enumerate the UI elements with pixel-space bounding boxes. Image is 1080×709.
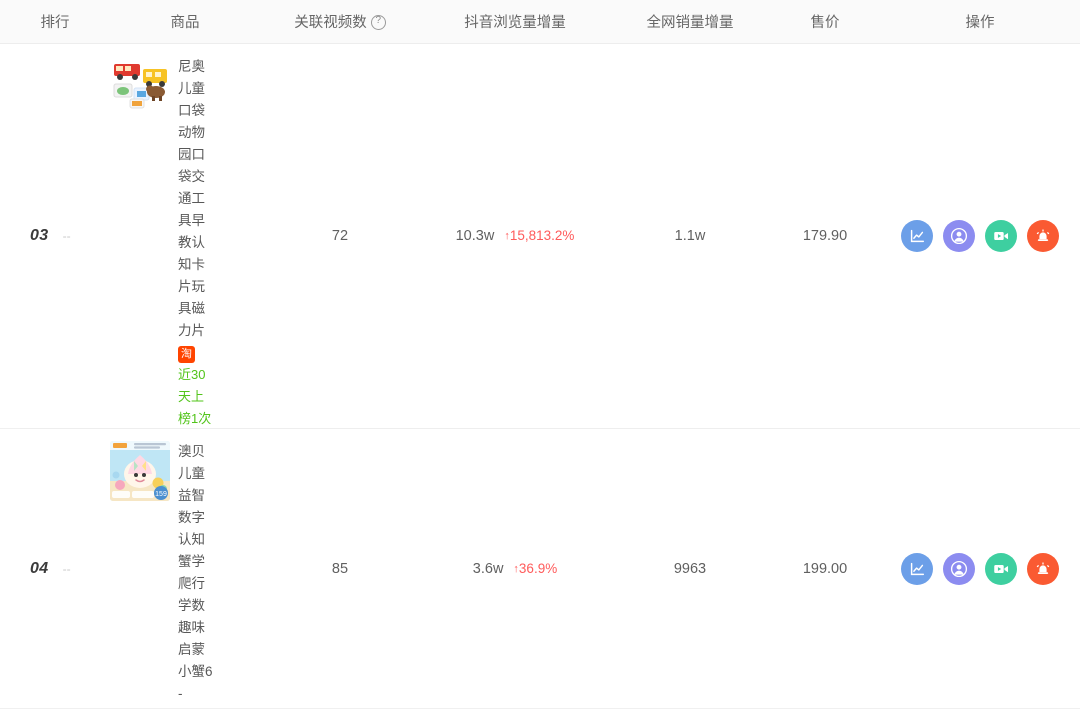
rank-change: -- xyxy=(62,561,71,576)
douyin-views-group: 3.6w ↑36.9% xyxy=(473,561,557,577)
column-header-operations: 操作 xyxy=(880,11,1080,32)
total-sales-value: 1.1w xyxy=(674,228,706,244)
question-mark-icon[interactable] xyxy=(370,13,386,30)
monitor-button[interactable] xyxy=(1027,220,1059,252)
product-title-text: 澳贝儿童益智数字认知蟹学爬行学数趣味启蒙小蟹6- xyxy=(178,444,213,701)
column-header-product-label: 商品 xyxy=(170,15,200,31)
product-rank-table: 排行 商品 关联视频数 抖音浏览量增量 全网销量增量 售价 操作 03 -- xyxy=(0,0,1080,709)
rank-change: -- xyxy=(62,229,71,243)
svg-text:159: 159 xyxy=(155,491,167,498)
column-header-operations-label: 操作 xyxy=(965,15,995,31)
douyin-views-group: 10.3w ↑15,813.2% xyxy=(456,228,575,244)
video-button[interactable] xyxy=(985,220,1017,252)
table-row[interactable]: 03 -- 尼奥儿童口袋动物园口袋交通工具早教认知卡片玩具磁力片淘 近30天上榜… xyxy=(0,44,1080,429)
column-header-rank: 排行 xyxy=(0,11,110,32)
on-list-count-text: 近30天上榜1次 xyxy=(178,367,212,426)
video-camera-icon xyxy=(994,231,1009,241)
column-header-price-label: 售价 xyxy=(810,15,840,31)
product-title[interactable]: 尼奥儿童口袋动物园口袋交通工具早教认知卡片玩具磁力片淘近30天上榜1次 xyxy=(178,56,214,430)
douyin-views-change-value: 36.9% xyxy=(518,560,558,576)
influencer-button[interactable] xyxy=(943,552,975,585)
product-thumbnail[interactable]: 159 xyxy=(110,441,170,501)
column-header-rank-label: 排行 xyxy=(40,15,70,31)
price-value: 199.00 xyxy=(802,560,848,577)
influencer-button[interactable] xyxy=(943,220,975,252)
monitor-button[interactable] xyxy=(1027,552,1059,585)
douyin-views-cell: 3.6w ↑36.9% xyxy=(420,429,610,708)
taobao-platform-badge: 淘 xyxy=(178,346,195,364)
video-count-cell: 85 xyxy=(260,429,420,708)
column-header-price: 售价 xyxy=(770,11,880,32)
trend-chart-button[interactable] xyxy=(901,552,933,585)
total-sales-cell: 1.1w xyxy=(610,44,770,428)
column-header-total-sales: 全网销量增量 xyxy=(610,11,770,32)
douyin-views-change-value: 15,813.2% xyxy=(509,228,575,243)
product-title[interactable]: 澳贝儿童益智数字认知蟹学爬行学数趣味启蒙小蟹6- xyxy=(178,441,214,705)
operations-cell xyxy=(880,429,1080,708)
douyin-views-change: ↑36.9% xyxy=(513,561,557,576)
douyin-views-change: ↑15,813.2% xyxy=(504,228,574,243)
rank-cell: 04 -- xyxy=(0,429,110,708)
product-cell[interactable]: 159 澳贝儿童益智数字认知蟹学爬行学数趣味启蒙小蟹6- xyxy=(110,429,260,708)
user-circle-icon xyxy=(950,560,968,577)
column-header-douyin-views-label: 抖音浏览量增量 xyxy=(464,15,566,31)
alarm-siren-icon xyxy=(1036,229,1050,242)
column-header-total-sales-label: 全网销量增量 xyxy=(646,15,734,31)
column-header-video-count: 关联视频数 xyxy=(260,11,420,32)
product-cell[interactable]: 尼奥儿童口袋动物园口袋交通工具早教认知卡片玩具磁力片淘近30天上榜1次 xyxy=(110,44,260,428)
douyin-views-value: 3.6w xyxy=(472,560,504,577)
rank-number: 04 xyxy=(30,559,49,577)
arrow-up-icon: ↑ xyxy=(504,230,510,242)
video-camera-icon xyxy=(994,564,1009,573)
douyin-views-cell: 10.3w ↑15,813.2% xyxy=(420,44,610,428)
arrow-up-icon: ↑ xyxy=(513,562,519,575)
product-thumbnail[interactable] xyxy=(110,56,170,116)
price-cell: 199.00 xyxy=(770,429,880,708)
price-value: 179.90 xyxy=(802,228,848,244)
chart-line-icon xyxy=(910,229,925,243)
rank-number: 03 xyxy=(30,227,49,244)
table-row[interactable]: 04 -- 159 澳贝儿童益智数字认知蟹学爬行学数趣味启蒙小蟹6- 85 3.… xyxy=(0,429,1080,709)
column-header-video-count-label: 关联视频数 xyxy=(294,15,367,31)
video-button[interactable] xyxy=(985,552,1017,585)
column-header-douyin-views: 抖音浏览量增量 xyxy=(420,11,610,32)
total-sales-cell: 9963 xyxy=(610,429,770,708)
product-title-text: 尼奥儿童口袋动物园口袋交通工具早教认知卡片玩具磁力片 xyxy=(178,59,205,338)
operations-cell xyxy=(880,44,1080,428)
user-circle-icon xyxy=(950,227,968,245)
total-sales-value: 9963 xyxy=(673,560,707,577)
video-count-cell: 72 xyxy=(260,44,420,428)
douyin-views-value: 10.3w xyxy=(455,228,495,244)
chart-line-icon xyxy=(910,562,925,575)
video-count-value: 85 xyxy=(331,560,349,577)
table-header-row: 排行 商品 关联视频数 抖音浏览量增量 全网销量增量 售价 操作 xyxy=(0,0,1080,44)
rank-cell: 03 -- xyxy=(0,44,110,428)
price-cell: 179.90 xyxy=(770,44,880,428)
trend-chart-button[interactable] xyxy=(901,220,933,252)
alarm-siren-icon xyxy=(1036,561,1050,574)
column-header-product: 商品 xyxy=(110,11,260,32)
video-count-value: 72 xyxy=(331,228,349,244)
